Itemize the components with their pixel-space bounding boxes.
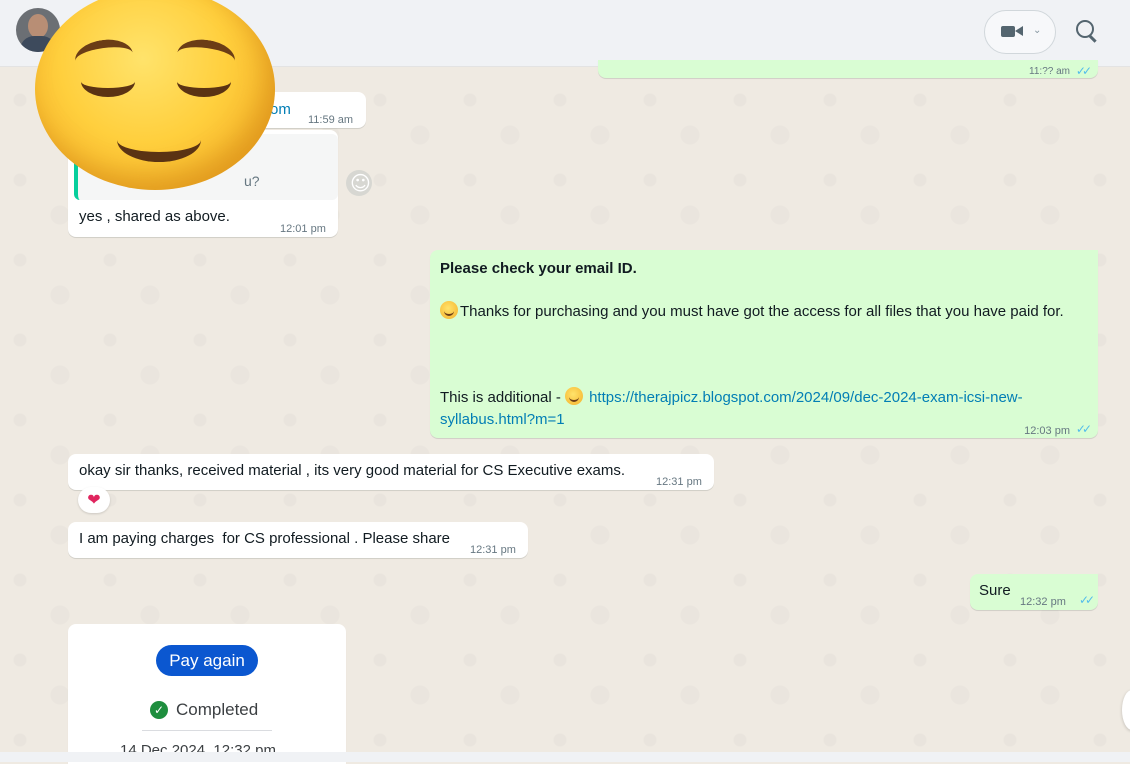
read-receipt-icon: ✓✓	[1079, 593, 1095, 607]
message-time: 12:32 pm	[1020, 596, 1066, 608]
message-paragraph: This is additional - https://therajpicz.…	[440, 387, 1080, 431]
message-bold-text: Please check your email ID.	[440, 260, 637, 277]
message-time: 12:31 pm	[470, 544, 516, 556]
avatar-head	[28, 14, 48, 38]
message-paragraph: Thanks for purchasing and you must have …	[440, 301, 1080, 323]
message-text: yes , shared as above.	[79, 208, 230, 225]
message-bubble-outgoing[interactable]: Please check your email ID. Thanks for p…	[430, 250, 1098, 438]
check-circle-icon: ✓	[150, 701, 168, 719]
message-bubble-outgoing[interactable]: Sure 12:32 pm ✓✓	[970, 574, 1098, 610]
react-emoji-icon[interactable]	[346, 170, 372, 196]
smiling-face-emoji-icon	[440, 301, 458, 319]
search-button[interactable]	[1072, 16, 1102, 46]
emoji-mouth	[117, 118, 201, 162]
composer-bar	[0, 752, 1130, 762]
message-bubble-incoming[interactable]: I am paying charges for CS professional …	[68, 522, 528, 558]
video-call-button[interactable]: ⌄	[984, 10, 1056, 54]
message-time: 11:59 am	[308, 114, 354, 126]
message-text: Sure	[979, 582, 1011, 599]
message-bubble-incoming[interactable]: okay sir thanks, received material , its…	[68, 454, 714, 490]
emoji-right-eye	[177, 66, 231, 97]
chevron-down-icon: ⌄	[1033, 25, 1042, 36]
heart-reaction-icon[interactable]: ❤	[78, 487, 110, 513]
pay-again-button[interactable]: Pay again	[156, 645, 258, 676]
divider	[142, 730, 272, 731]
search-icon-handle	[1088, 35, 1097, 43]
message-time: 12:01 pm	[280, 223, 326, 235]
emoji-left-eye	[81, 66, 135, 97]
message-bubble-outgoing[interactable]: 11:?? am ✓✓	[598, 60, 1098, 78]
video-call-icon	[1001, 26, 1015, 37]
message-text: I am paying charges for CS professional …	[79, 530, 451, 547]
payment-status-label: Completed	[176, 700, 259, 719]
message-time: 11:?? am	[1029, 66, 1070, 77]
message-text: This is additional -	[440, 389, 566, 406]
message-time: 12:03 pm	[1024, 425, 1070, 437]
payment-screenshot-card[interactable]: Pay again ✓ Completed 14 Dec 2024, 12:32 …	[68, 624, 346, 764]
read-receipt-icon: ✓✓	[1075, 422, 1092, 436]
message-text: Thanks for purchasing and you must have …	[460, 303, 1064, 320]
message-text: okay sir thanks, received material , its…	[79, 462, 626, 479]
quoted-message-text: u?	[244, 173, 260, 189]
video-call-icon-lens	[1015, 26, 1023, 36]
message-time: 12:31 pm	[656, 476, 702, 488]
payment-status: ✓ Completed	[150, 700, 258, 720]
smiling-face-emoji-icon	[565, 387, 584, 405]
read-receipt-icon: ✓✓	[1075, 64, 1092, 78]
